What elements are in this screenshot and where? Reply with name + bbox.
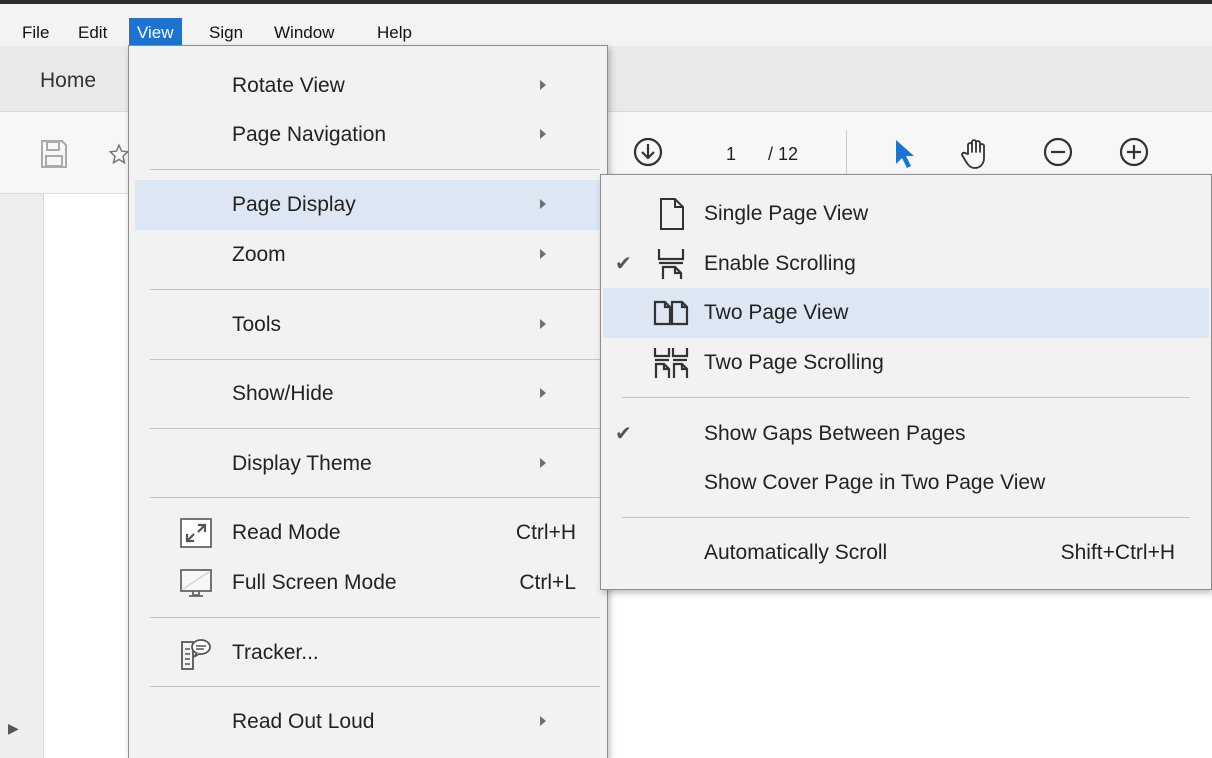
menu-item-tools[interactable]: Tools xyxy=(135,300,601,350)
menu-item-single-page-view[interactable]: Single Page View xyxy=(603,189,1209,239)
checkmark-icon: ✔ xyxy=(615,423,632,445)
tab-home[interactable]: Home xyxy=(20,46,116,112)
menu-help[interactable]: Help xyxy=(369,18,420,48)
zoom-out-icon[interactable] xyxy=(1040,134,1076,170)
menu-item-label: Show Cover Page in Two Page View xyxy=(704,471,1046,494)
menu-separator xyxy=(150,428,600,429)
menu-item-label: Two Page Scrolling xyxy=(704,351,884,374)
menu-item-read-out-loud[interactable]: Read Out Loud xyxy=(135,697,601,747)
menu-file[interactable]: File xyxy=(14,18,57,48)
menu-item-label: Rotate View xyxy=(232,74,345,97)
menu-separator xyxy=(150,617,600,618)
menu-item-rotate-view[interactable]: Rotate View xyxy=(135,61,601,111)
menu-item-label: Zoom xyxy=(232,243,286,266)
page-display-submenu: Single Page View ✔ Enable Scrolling Two … xyxy=(600,174,1212,590)
menu-item-label: Single Page View xyxy=(704,202,869,225)
hand-tool-icon[interactable] xyxy=(958,134,994,172)
single-page-icon xyxy=(653,197,689,231)
two-page-scrolling-icon xyxy=(653,346,689,380)
menu-bar: File Edit View Sign Window Help xyxy=(0,0,1212,48)
menu-item-shortcut: Ctrl+L xyxy=(519,571,576,594)
menu-item-label: Show/Hide xyxy=(232,382,334,405)
menu-item-show-gaps-between-pages[interactable]: ✔ Show Gaps Between Pages xyxy=(603,409,1209,459)
submenu-arrow-icon xyxy=(540,458,546,468)
menu-item-show-hide[interactable]: Show/Hide xyxy=(135,369,601,419)
menu-item-label: Two Page View xyxy=(704,301,849,324)
menu-separator xyxy=(150,686,600,687)
menu-item-zoom[interactable]: Zoom xyxy=(135,230,601,280)
submenu-arrow-icon xyxy=(540,199,546,209)
menu-item-label: Display Theme xyxy=(232,452,372,475)
tracker-icon xyxy=(179,637,213,670)
menu-separator xyxy=(150,289,600,290)
menu-item-full-screen-mode[interactable]: Full Screen Mode Ctrl+L xyxy=(135,558,601,608)
submenu-arrow-icon xyxy=(540,388,546,398)
scrolling-icon xyxy=(653,247,689,281)
save-icon[interactable] xyxy=(36,136,72,172)
menu-item-show-cover-page[interactable]: Show Cover Page in Two Page View xyxy=(603,458,1209,508)
two-page-icon xyxy=(653,296,689,330)
next-page-icon[interactable] xyxy=(630,134,666,170)
menu-item-two-page-view[interactable]: Two Page View xyxy=(603,288,1209,338)
total-pages: / 12 xyxy=(768,144,799,164)
menu-item-label: Page Navigation xyxy=(232,123,387,146)
menu-separator xyxy=(622,517,1190,518)
checkmark-icon: ✔ xyxy=(615,253,632,275)
left-panel: ▶ xyxy=(0,194,44,758)
submenu-arrow-icon xyxy=(540,319,546,329)
expand-panel-icon[interactable]: ▶ xyxy=(8,720,19,737)
menu-item-shortcut: Shift+Ctrl+H xyxy=(1060,541,1175,564)
menu-item-label: Tools xyxy=(232,313,282,336)
menu-view[interactable]: View xyxy=(129,18,182,48)
menu-item-label: Show Gaps Between Pages xyxy=(704,422,966,445)
menu-edit[interactable]: Edit xyxy=(70,18,115,48)
menu-separator xyxy=(150,359,600,360)
menu-separator xyxy=(150,497,600,498)
menu-item-label: Automatically Scroll xyxy=(704,541,888,564)
submenu-arrow-icon xyxy=(540,80,546,90)
full-screen-icon xyxy=(179,567,213,599)
toolbar-separator xyxy=(846,130,847,174)
menu-item-label: Read Out Loud xyxy=(232,710,375,733)
current-page-number[interactable]: 1 xyxy=(726,144,736,165)
menu-item-label: Full Screen Mode xyxy=(232,571,397,594)
menu-item-label: Page Display xyxy=(232,193,356,216)
menu-item-label: Tracker... xyxy=(232,641,319,664)
menu-item-enable-scrolling[interactable]: ✔ Enable Scrolling xyxy=(603,239,1209,289)
menu-item-automatically-scroll[interactable]: Automatically Scroll Shift+Ctrl+H xyxy=(603,528,1209,578)
menu-item-label: Enable Scrolling xyxy=(704,252,856,275)
menu-item-label: Read Mode xyxy=(232,521,341,544)
star-icon[interactable] xyxy=(108,138,130,170)
menu-separator xyxy=(622,397,1190,398)
menu-item-display-theme[interactable]: Display Theme xyxy=(135,439,601,489)
menu-item-page-navigation[interactable]: Page Navigation xyxy=(135,110,601,160)
menu-sign[interactable]: Sign xyxy=(201,18,251,48)
menu-item-shortcut: Ctrl+H xyxy=(515,521,576,544)
read-mode-icon xyxy=(179,517,213,549)
submenu-arrow-icon xyxy=(540,716,546,726)
menu-item-page-display[interactable]: Page Display xyxy=(135,180,601,230)
menu-item-two-page-scrolling[interactable]: Two Page Scrolling xyxy=(603,338,1209,388)
menu-item-read-mode[interactable]: Read Mode Ctrl+H xyxy=(135,508,601,558)
zoom-in-icon[interactable] xyxy=(1116,134,1152,170)
menu-window[interactable]: Window xyxy=(266,18,342,48)
submenu-arrow-icon xyxy=(540,129,546,139)
view-menu: Rotate View Page Navigation Page Display… xyxy=(128,45,608,758)
submenu-arrow-icon xyxy=(540,249,546,259)
select-pointer-icon[interactable] xyxy=(888,136,920,172)
menu-item-tracker[interactable]: Tracker... xyxy=(135,628,601,678)
menu-separator xyxy=(150,169,600,170)
